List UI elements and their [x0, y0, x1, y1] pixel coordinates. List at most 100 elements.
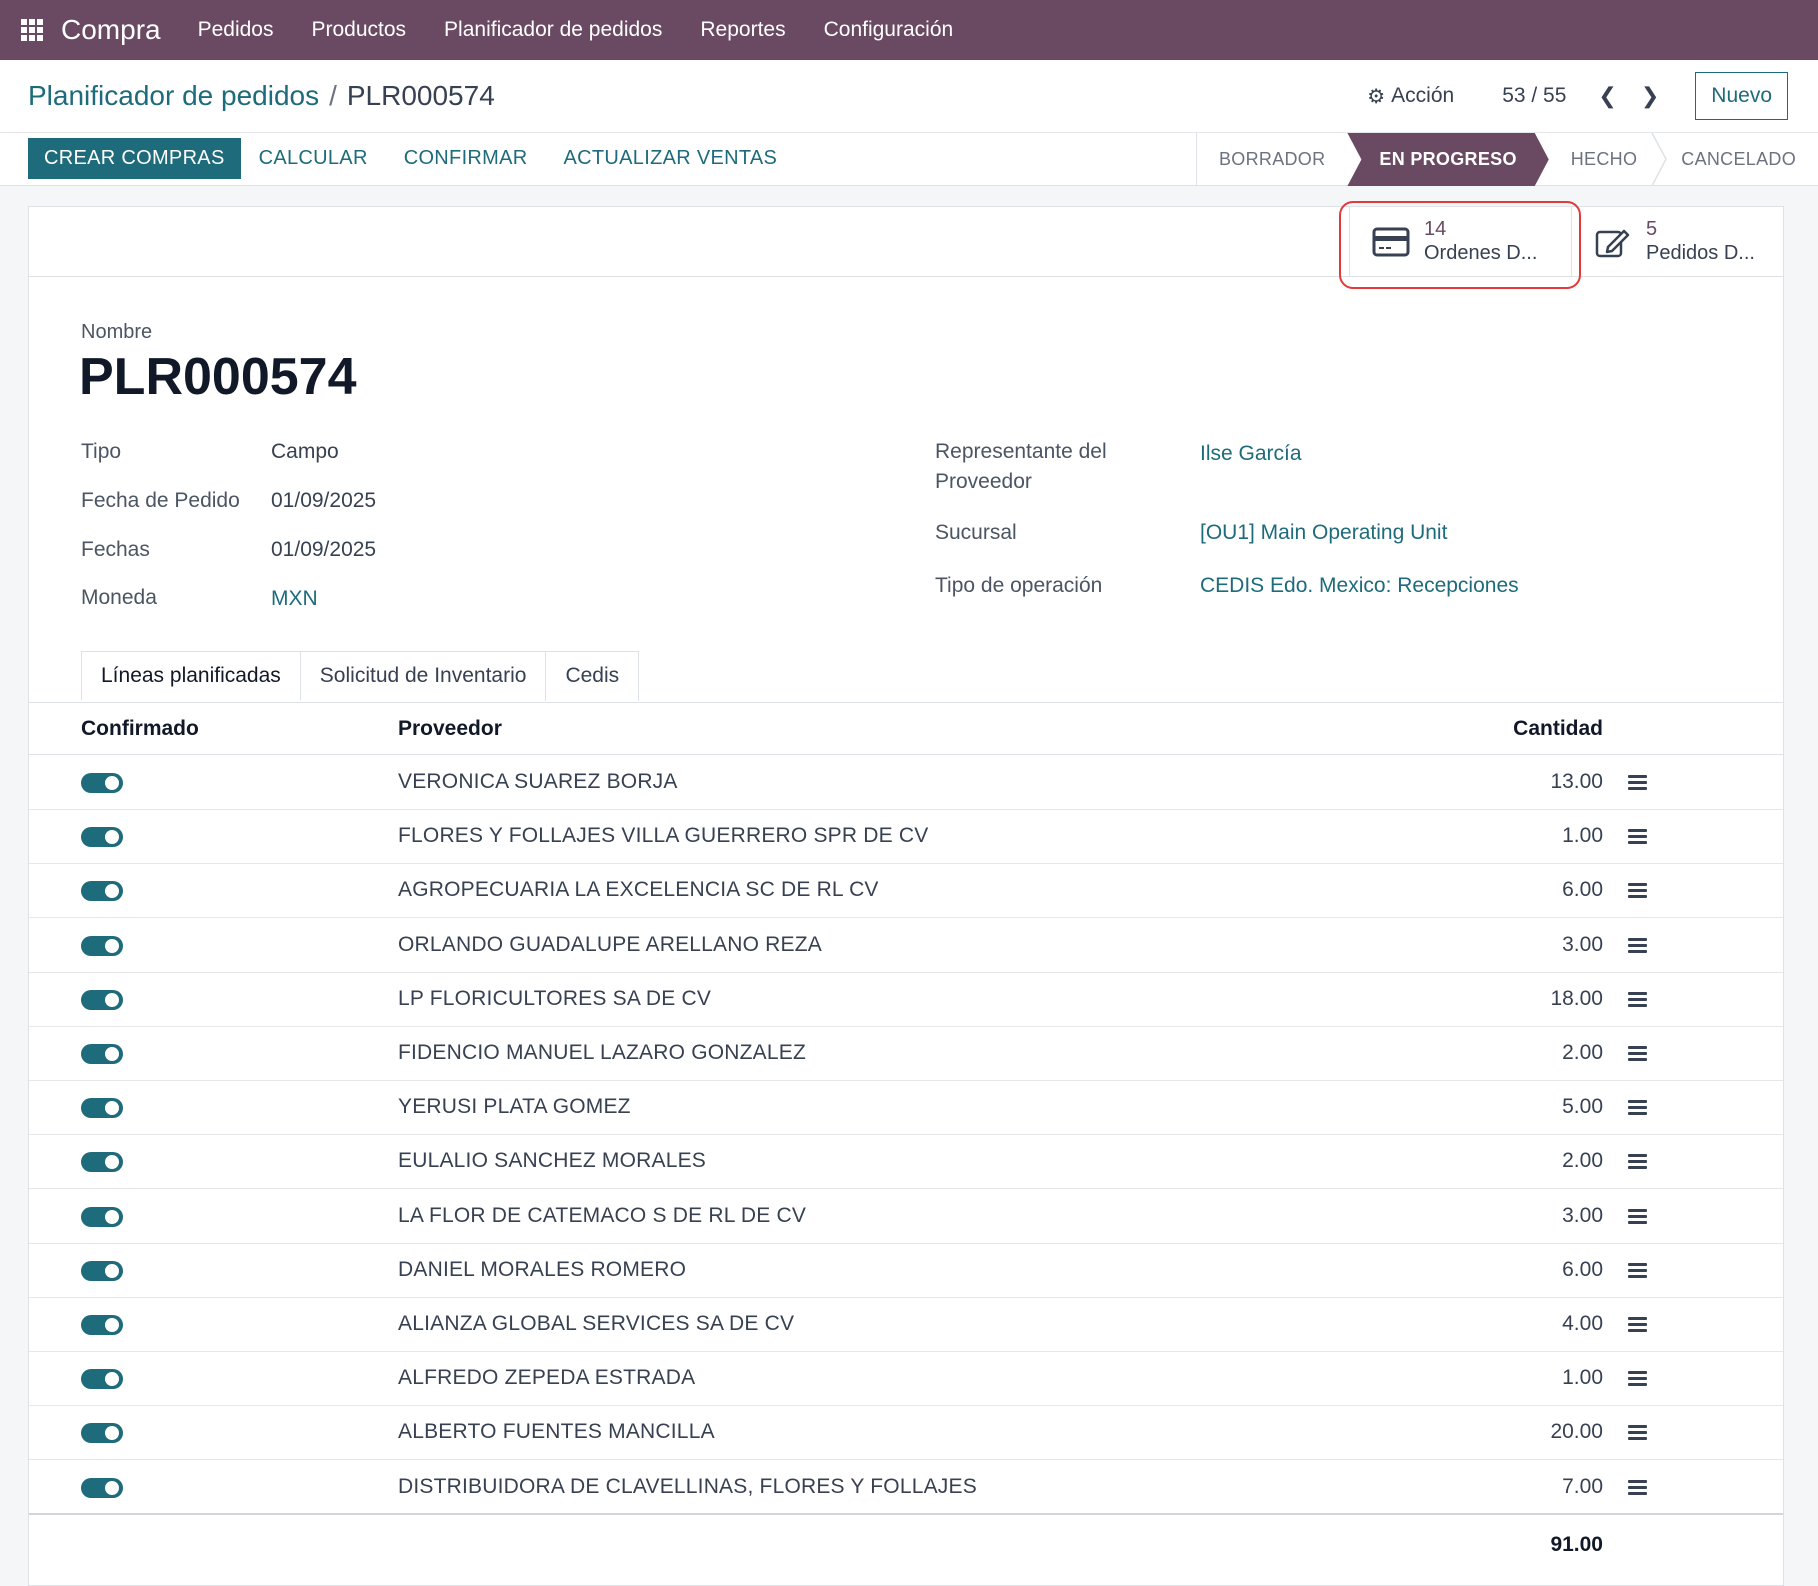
confirmed-toggle[interactable] [81, 773, 123, 793]
confirm-button[interactable]: CONFIRMAR [386, 138, 546, 179]
operation-type-label: Tipo de operación [935, 574, 1103, 597]
confirmed-toggle[interactable] [81, 1477, 123, 1498]
stage-draft-label: BORRADOR [1219, 149, 1326, 169]
new-button[interactable]: Nuevo [1695, 72, 1788, 120]
quantity-cell: 5.00 [1562, 1095, 1603, 1119]
apps-menu-icon[interactable] [21, 19, 43, 41]
confirmed-toggle[interactable] [81, 1315, 123, 1335]
column-confirmed[interactable]: Confirmado [81, 717, 199, 741]
table-row[interactable]: ALBERTO FUENTES MANCILLA 20.00 [29, 1406, 1783, 1461]
drag-handle-icon[interactable] [1628, 1208, 1647, 1225]
calculate-button[interactable]: CALCULAR [241, 138, 386, 179]
drag-handle-icon[interactable] [1628, 1154, 1647, 1170]
drag-handle-icon[interactable] [1628, 937, 1647, 954]
drag-handle-icon[interactable] [1628, 775, 1647, 791]
menu-configuracion[interactable]: Configuración [805, 18, 973, 42]
stage-done[interactable]: HECHO [1549, 133, 1668, 186]
record-name[interactable]: PLR000574 [79, 347, 357, 407]
pager-counter[interactable]: 53 / 55 [1502, 84, 1566, 108]
tab-planned-lines[interactable]: Líneas planificadas [81, 651, 301, 701]
confirmed-toggle[interactable] [81, 989, 123, 1010]
table-row[interactable]: AGROPECUARIA LA EXCELENCIA SC DE RL CV 6.… [29, 864, 1783, 919]
quantity-cell: 3.00 [1562, 1203, 1603, 1227]
notebook-tabs: Líneas planificadas Solicitud de Inventa… [81, 651, 640, 701]
app-name[interactable]: Compra [61, 14, 161, 46]
drag-handle-icon[interactable] [1628, 1371, 1647, 1387]
menu-productos[interactable]: Productos [292, 18, 425, 42]
drag-handle-icon[interactable] [1628, 883, 1647, 899]
table-row[interactable]: VERONICA SUAREZ BORJA 13.00 [29, 756, 1783, 810]
chevron-left-icon[interactable]: ❮ [1598, 83, 1616, 109]
dates-value[interactable]: 01/09/2025 [271, 538, 376, 562]
confirmed-toggle[interactable] [81, 1152, 123, 1173]
table-row[interactable]: EULALIO SANCHEZ MORALES 2.00 [29, 1135, 1783, 1190]
table-row[interactable]: DANIEL MORALES ROMERO 6.00 [29, 1244, 1783, 1298]
confirmed-toggle[interactable] [81, 881, 123, 902]
tab-inventory-request[interactable]: Solicitud de Inventario [299, 651, 547, 701]
drag-handle-icon[interactable] [1628, 1317, 1647, 1333]
stage-cancelled-label: CANCELADO [1681, 149, 1796, 169]
stage-cancelled[interactable]: CANCELADO [1659, 133, 1818, 186]
currency-value[interactable]: MXN [271, 587, 318, 611]
table-row[interactable]: ALIANZA GLOBAL SERVICES SA DE CV 4.00 [29, 1298, 1783, 1352]
stage-in-progress[interactable]: EN PROGRESO [1347, 133, 1548, 186]
update-sales-button[interactable]: ACTUALIZAR VENTAS [546, 138, 796, 179]
quantity-cell: 6.00 [1562, 1257, 1603, 1281]
drag-handle-icon[interactable] [1628, 1262, 1647, 1279]
menu-pedidos[interactable]: Pedidos [179, 18, 293, 42]
orders-smart-button[interactable]: 5 Pedidos D... [1571, 207, 1783, 276]
orders-count: 5 [1646, 217, 1658, 240]
table-row[interactable]: ALFREDO ZEPEDA ESTRADA 1.00 [29, 1352, 1783, 1407]
chevron-right-icon[interactable]: ❯ [1641, 83, 1659, 109]
drag-handle-icon[interactable] [1628, 1100, 1647, 1116]
table-row[interactable]: FLORES Y FOLLAJES VILLA GUERRERO SPR DE … [29, 810, 1783, 865]
order-date-value[interactable]: 01/09/2025 [271, 489, 376, 513]
quantity-cell: 18.00 [1550, 986, 1603, 1010]
confirmed-toggle[interactable] [81, 1098, 123, 1119]
quantity-cell: 2.00 [1562, 1041, 1603, 1064]
form-sheet: 14 Ordenes D... 5 Pedidos D... Nombre PL… [28, 201, 1784, 1586]
table-row[interactable]: FIDENCIO MANUEL LAZARO GONZALEZ 2.00 [29, 1027, 1783, 1081]
table-row[interactable]: ORLANDO GUADALUPE ARELLANO REZA 3.00 [29, 919, 1783, 973]
drag-handle-icon[interactable] [1628, 991, 1647, 1008]
supplier-rep-value[interactable]: Ilse García [1200, 442, 1302, 466]
supplier-cell: FLORES Y FOLLAJES VILLA GUERRERO SPR DE … [398, 824, 929, 848]
supplier-cell: LP FLORICULTORES SA DE CV [398, 986, 712, 1010]
stage-draft[interactable]: BORRADOR [1197, 133, 1347, 186]
dates-label: Fechas [81, 538, 150, 561]
confirmed-toggle[interactable] [81, 1206, 123, 1227]
supplier-cell: DISTRIBUIDORA DE CLAVELLINAS, FLORES Y F… [398, 1474, 977, 1498]
menu-reportes[interactable]: Reportes [681, 18, 804, 42]
breadcrumb-parent[interactable]: Planificador de pedidos [28, 80, 319, 112]
table-row[interactable]: DISTRIBUIDORA DE CLAVELLINAS, FLORES Y F… [29, 1461, 1783, 1515]
quantity-cell: 6.00 [1562, 878, 1603, 902]
drag-handle-icon[interactable] [1628, 1046, 1647, 1062]
column-supplier[interactable]: Proveedor [398, 717, 502, 741]
operation-type-value[interactable]: CEDIS Edo. Mexico: Recepciones [1200, 574, 1519, 598]
branch-value[interactable]: [OU1] Main Operating Unit [1200, 521, 1447, 545]
confirmed-toggle[interactable] [81, 1260, 123, 1281]
header-actions: ⚙ Acción 53 / 55 ❮ ❯ Nuevo [1367, 72, 1788, 120]
table-row[interactable]: LP FLORICULTORES SA DE CV 18.00 [29, 973, 1783, 1027]
confirmed-toggle[interactable] [81, 827, 123, 848]
column-quantity[interactable]: Cantidad [1513, 717, 1603, 741]
supplier-cell: DANIEL MORALES ROMERO [398, 1257, 687, 1281]
action-menu-button[interactable]: ⚙ Acción [1367, 84, 1454, 109]
type-value[interactable]: Campo [271, 440, 339, 464]
table-row[interactable]: YERUSI PLATA GOMEZ 5.00 [29, 1081, 1783, 1136]
tab-cedis[interactable]: Cedis [545, 651, 640, 701]
create-purchases-button[interactable]: CREAR COMPRAS [28, 138, 241, 179]
confirmed-toggle[interactable] [81, 1369, 123, 1390]
drag-handle-icon[interactable] [1628, 1425, 1647, 1441]
quantity-cell: 1.00 [1562, 1366, 1603, 1390]
supplier-cell: VERONICA SUAREZ BORJA [398, 770, 678, 793]
menu-planificador[interactable]: Planificador de pedidos [425, 18, 681, 42]
drag-handle-icon[interactable] [1628, 1479, 1647, 1496]
drag-handle-icon[interactable] [1628, 829, 1647, 845]
confirmed-toggle[interactable] [81, 1044, 123, 1064]
confirmed-toggle[interactable] [81, 1423, 123, 1444]
confirmed-toggle[interactable] [81, 935, 123, 956]
supplier-cell: ALBERTO FUENTES MANCILLA [398, 1420, 715, 1444]
breadcrumb-current: PLR000574 [346, 80, 495, 111]
table-row[interactable]: LA FLOR DE CATEMACO S DE RL DE CV 3.00 [29, 1190, 1783, 1244]
